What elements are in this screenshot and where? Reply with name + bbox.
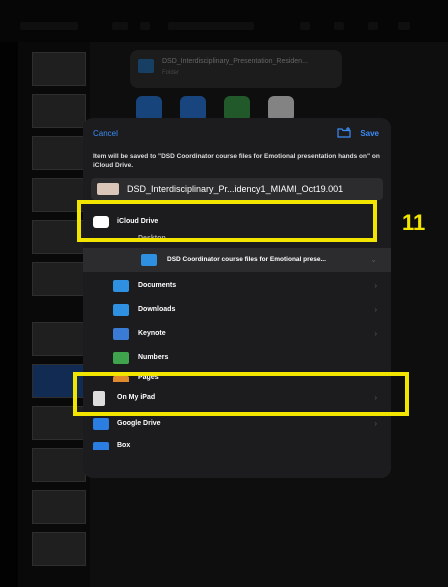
- save-to-files-sheet: Cancel Save Item will be saved to "DSD C…: [83, 118, 391, 478]
- keynote-icon: [113, 328, 129, 340]
- filename-field[interactable]: DSD_Interdisciplinary_Pr...idency1_MIAMI…: [91, 178, 383, 200]
- document-thumbnail: [97, 183, 119, 195]
- chevron-right-icon: ›: [374, 419, 377, 428]
- location-label: Documents: [138, 282, 177, 289]
- location-label: Box: [117, 442, 131, 449]
- save-button[interactable]: Save: [360, 129, 379, 138]
- location-label: Google Drive: [117, 420, 161, 427]
- location-box[interactable]: Box: [83, 438, 391, 450]
- location-label: DSD Coordinator course files for Emotion…: [167, 256, 326, 263]
- chevron-down-icon: ⌄: [370, 255, 377, 264]
- location-label: Downloads: [138, 306, 176, 313]
- location-numbers[interactable]: Numbers: [83, 346, 391, 370]
- box-icon: [93, 442, 109, 450]
- location-keynote[interactable]: Keynote ›: [83, 322, 391, 346]
- location-documents[interactable]: Documents ›: [83, 274, 391, 298]
- highlight-on-my-ipad: [73, 372, 409, 416]
- folder-icon: [141, 254, 157, 266]
- highlight-icloud-drive: [77, 200, 377, 242]
- location-label: Keynote: [138, 330, 166, 337]
- location-downloads[interactable]: Downloads ›: [83, 298, 391, 322]
- folder-icon: [113, 280, 129, 292]
- google-drive-icon: [93, 418, 109, 430]
- filename-text: DSD_Interdisciplinary_Pr...idency1_MIAMI…: [127, 184, 344, 194]
- step-number: 11: [402, 210, 426, 235]
- location-label: Numbers: [138, 354, 169, 361]
- save-destination-message: Item will be saved to "DSD Coordinator c…: [93, 153, 380, 169]
- location-dsd-folder[interactable]: DSD Coordinator course files for Emotion…: [83, 248, 391, 272]
- folder-icon: [113, 304, 129, 316]
- numbers-icon: [113, 352, 129, 364]
- cancel-button[interactable]: Cancel: [93, 129, 118, 138]
- new-folder-icon[interactable]: [337, 126, 351, 138]
- chevron-right-icon: ›: [374, 281, 377, 290]
- chevron-right-icon: ›: [374, 329, 377, 338]
- chevron-right-icon: ›: [374, 305, 377, 314]
